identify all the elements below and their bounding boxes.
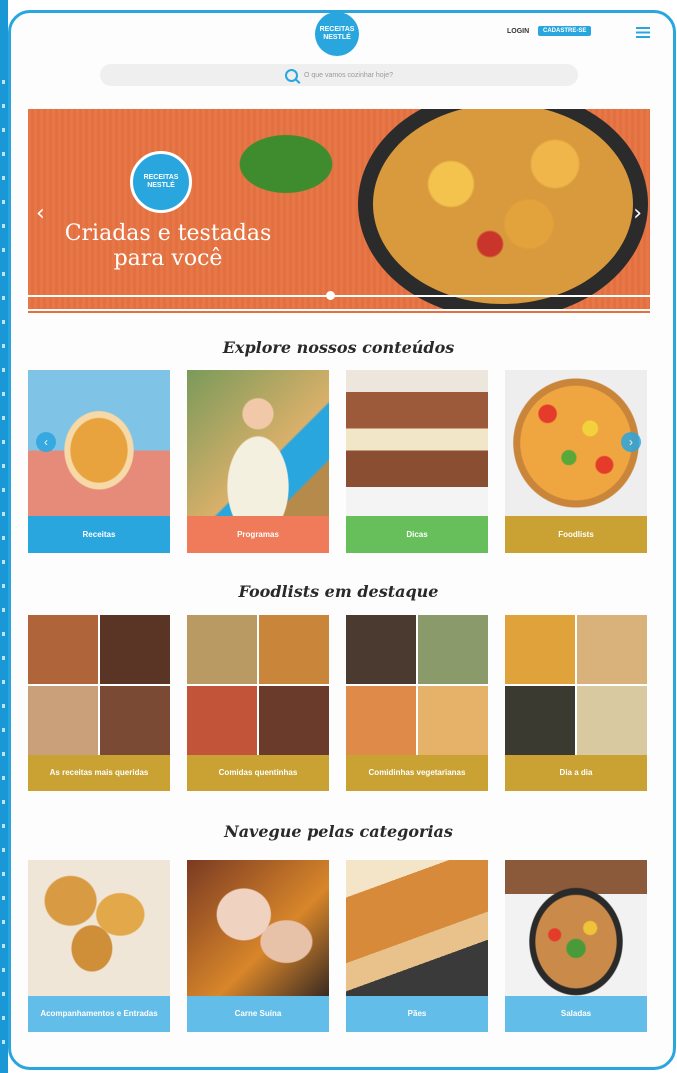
- acompanhamentos-image: [28, 860, 170, 996]
- foodlist-image-grid: [346, 615, 488, 755]
- card-receitas[interactable]: Receitas ‹: [28, 370, 170, 553]
- logo-text: RECEITAS NESTLÉ: [319, 26, 355, 41]
- card-label: Programas: [187, 516, 329, 553]
- foodlist-dia-a-dia[interactable]: Dia a dia: [505, 615, 647, 791]
- card-label: Comidas quentinhas: [187, 755, 329, 791]
- foodlist-image-grid: [505, 615, 647, 755]
- foodlist-comidas-quentinhas[interactable]: Comidas quentinhas: [187, 615, 329, 791]
- card-label: Dia a dia: [505, 755, 647, 791]
- category-paes[interactable]: Pães: [346, 860, 488, 1032]
- signup-button[interactable]: CADASTRE-SE: [538, 26, 592, 36]
- hero-food-image: [373, 109, 633, 304]
- foodlist-comidinhas-vegetarianas[interactable]: Comidinhas vegetarianas: [346, 615, 488, 791]
- saladas-image: [505, 860, 647, 996]
- category-saladas[interactable]: Saladas: [505, 860, 647, 1032]
- explore-prev-icon[interactable]: ‹: [36, 432, 56, 452]
- dicas-image: [346, 370, 488, 516]
- hero-title: Criadas e testadas para você: [64, 221, 272, 272]
- hero-progress-dot[interactable]: [326, 291, 335, 300]
- card-label: Foodlists: [505, 516, 647, 553]
- hamburger-menu-icon[interactable]: [636, 27, 650, 38]
- search-icon: [284, 68, 298, 82]
- hero-bottom-bar: [28, 311, 650, 313]
- search-bar[interactable]: O que vamos cozinhar hoje?: [100, 64, 578, 86]
- foodlist-receitas-queridas[interactable]: As receitas mais queridas: [28, 615, 170, 791]
- categories-section-title: Navegue pelas categorias: [224, 822, 453, 841]
- hero-herbs-image: [238, 119, 358, 209]
- category-carne-suina[interactable]: Carne Suína: [187, 860, 329, 1032]
- foodlists-section-title: Foodlists em destaque: [238, 582, 439, 601]
- background-strip: [0, 0, 8, 1073]
- search-placeholder: O que vamos cozinhar hoje?: [303, 71, 394, 79]
- paes-image: [346, 860, 488, 996]
- hero-prev-arrow[interactable]: ‹: [36, 201, 45, 226]
- card-label: Carne Suína: [187, 996, 329, 1032]
- carne-suina-image: [187, 860, 329, 996]
- explore-next-icon[interactable]: ›: [621, 432, 641, 452]
- card-label: Saladas: [505, 996, 647, 1032]
- programas-image: [187, 370, 329, 516]
- card-dicas[interactable]: Dicas: [346, 370, 488, 553]
- card-label: Dicas: [346, 516, 488, 553]
- card-label: Pães: [346, 996, 488, 1032]
- hero-next-arrow[interactable]: ›: [633, 201, 642, 226]
- card-foodlists[interactable]: Foodlists ›: [505, 370, 647, 553]
- explore-section-title: Explore nossos conteúdos: [222, 338, 455, 357]
- card-label: Receitas: [28, 516, 170, 553]
- hero-badge-logo: RECEITAS NESTLÉ: [130, 151, 192, 213]
- hero-badge-text: RECEITAS NESTLÉ: [143, 174, 179, 189]
- foodlist-image-grid: [187, 615, 329, 755]
- foodlist-image-grid: [28, 615, 170, 755]
- category-acompanhamentos[interactable]: Acompanhamentos e Entradas: [28, 860, 170, 1032]
- card-label: Comidinhas vegetarianas: [346, 755, 488, 791]
- login-link[interactable]: LOGIN: [507, 28, 529, 35]
- card-label: Acompanhamentos e Entradas: [28, 996, 170, 1032]
- hero-banner[interactable]: RECEITAS NESTLÉ Criadas e testadas para …: [28, 109, 650, 309]
- hero-progress-line: [28, 295, 650, 297]
- card-programas[interactable]: Programas: [187, 370, 329, 553]
- site-logo[interactable]: RECEITAS NESTLÉ: [315, 12, 359, 56]
- card-label: As receitas mais queridas: [28, 755, 170, 791]
